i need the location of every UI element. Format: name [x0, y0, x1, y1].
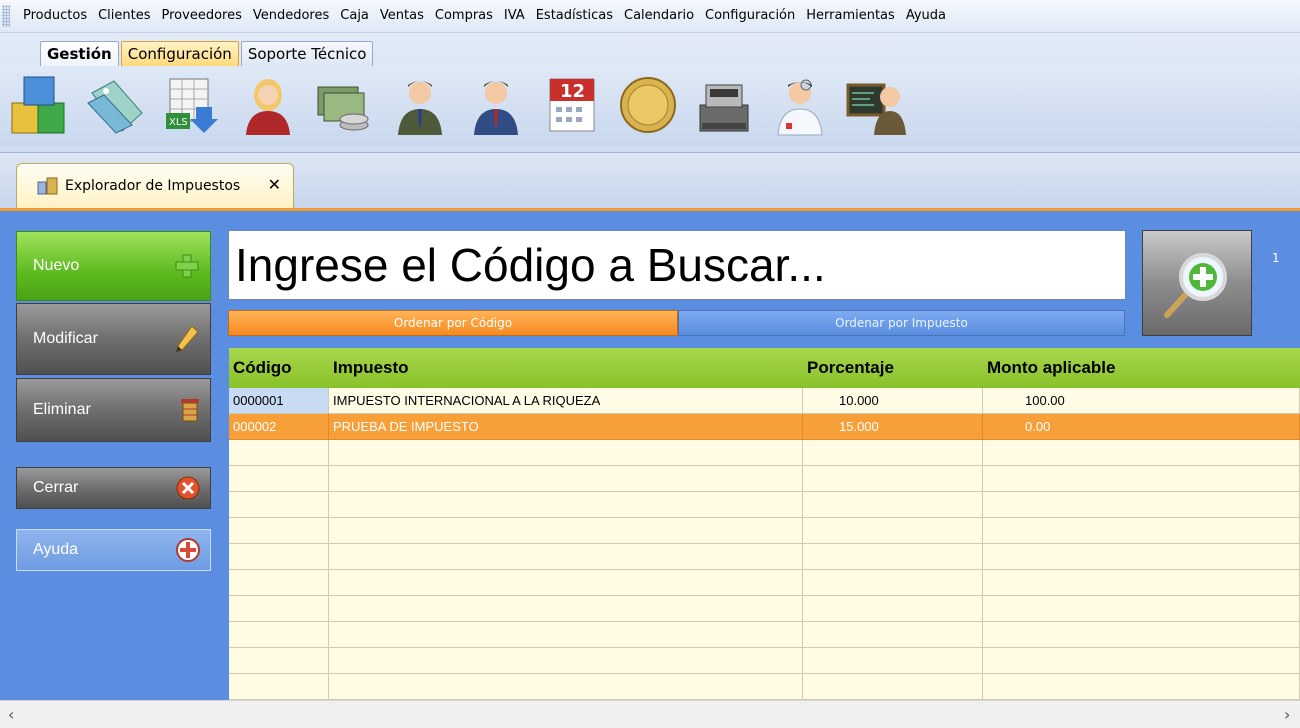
- calendar-icon[interactable]: 12: [540, 73, 604, 137]
- tax-explorer-icon: [37, 177, 58, 195]
- sort-by-code-button[interactable]: Ordenar por Código: [228, 310, 678, 336]
- menu-configuracion[interactable]: Configuración: [700, 0, 800, 32]
- teacher-blackboard-icon[interactable]: [844, 73, 908, 137]
- female-client-icon[interactable]: [236, 73, 300, 137]
- search-button[interactable]: [1142, 230, 1252, 336]
- nuevo-label: Nuevo: [33, 257, 80, 274]
- tab-gestion[interactable]: Gestión: [40, 41, 119, 66]
- menu-bar: Productos Clientes Proveedores Vendedore…: [0, 0, 1300, 33]
- menu-calendario[interactable]: Calendario: [619, 0, 699, 32]
- excel-export-icon[interactable]: XLS: [160, 73, 224, 137]
- products-cubes-icon[interactable]: [8, 73, 72, 137]
- page-indicator: 1: [1272, 251, 1280, 265]
- cell-monto: 0.00: [983, 414, 1300, 440]
- ayuda-button[interactable]: Ayuda: [16, 529, 211, 571]
- plus-icon: [175, 254, 199, 278]
- coin-icon[interactable]: [616, 73, 680, 137]
- scroll-right-icon[interactable]: ›: [1284, 705, 1290, 724]
- column-header-porcentaje[interactable]: Porcentaje: [803, 348, 983, 388]
- tax-grid: Código Impuesto Porcentaje Monto aplicab…: [229, 348, 1300, 700]
- eliminar-label: Eliminar: [33, 401, 91, 418]
- modificar-button[interactable]: Modificar: [16, 303, 211, 375]
- male-supplier-icon[interactable]: [464, 73, 528, 137]
- cell-codigo: 0000001: [229, 388, 329, 414]
- cash-register-icon[interactable]: [692, 73, 756, 137]
- empty-row: [229, 544, 1300, 570]
- tab-configuracion[interactable]: Configuración: [120, 41, 239, 66]
- trash-icon: [181, 399, 199, 422]
- menu-proveedores[interactable]: Proveedores: [157, 0, 247, 32]
- close-circle-icon: [176, 476, 200, 500]
- menu-caja[interactable]: Caja: [335, 0, 374, 32]
- menu-vendedores[interactable]: Vendedores: [248, 0, 334, 32]
- empty-row: [229, 518, 1300, 544]
- horizontal-scrollbar[interactable]: ‹ ›: [0, 700, 1300, 728]
- column-header-impuesto[interactable]: Impuesto: [329, 348, 803, 388]
- column-header-codigo[interactable]: Código: [229, 348, 329, 388]
- empty-row: [229, 440, 1300, 466]
- tab-soporte-tecnico[interactable]: Soporte Técnico: [240, 41, 374, 66]
- menu-grip[interactable]: [2, 5, 10, 27]
- tab-explorador-impuestos[interactable]: Explorador de Impuestos ✕: [16, 163, 294, 208]
- scroll-left-icon[interactable]: ‹: [8, 705, 14, 724]
- doctor-support-icon[interactable]: [768, 73, 832, 137]
- svg-text:XLS: XLS: [169, 117, 188, 128]
- money-stack-icon[interactable]: [312, 73, 376, 137]
- empty-row: [229, 492, 1300, 518]
- cell-monto: 100.00: [983, 388, 1300, 414]
- cell-codigo: 000002: [229, 414, 329, 440]
- sort-by-tax-button[interactable]: Ordenar por Impuesto: [678, 310, 1125, 336]
- tax-explorer-panel: Nuevo Modificar Eliminar Cerrar Ayuda In…: [0, 211, 1300, 700]
- empty-row: [229, 596, 1300, 622]
- menu-iva[interactable]: IVA: [499, 0, 530, 32]
- menu-estadisticas[interactable]: Estadísticas: [531, 0, 618, 32]
- cerrar-button[interactable]: Cerrar: [16, 467, 211, 509]
- menu-compras[interactable]: Compras: [430, 0, 498, 32]
- menu-clientes[interactable]: Clientes: [93, 0, 155, 32]
- nuevo-button[interactable]: Nuevo: [16, 231, 211, 301]
- menu-herramientas[interactable]: Herramientas: [801, 0, 900, 32]
- pencil-icon: [175, 325, 199, 353]
- empty-row: [229, 648, 1300, 674]
- grid-header: Código Impuesto Porcentaje Monto aplicab…: [229, 348, 1300, 388]
- tab-label: Explorador de Impuestos: [65, 178, 241, 194]
- cerrar-label: Cerrar: [33, 479, 79, 496]
- empty-row: [229, 622, 1300, 648]
- ribbon: Gestión Configuración Soporte Técnico XL…: [0, 33, 1300, 153]
- magnifier-plus-icon: [1164, 253, 1227, 318]
- cell-impuesto: IMPUESTO INTERNACIONAL A LA RIQUEZA: [329, 388, 803, 414]
- menu-ayuda[interactable]: Ayuda: [901, 0, 951, 32]
- close-icon[interactable]: ✕: [268, 175, 281, 194]
- eliminar-button[interactable]: Eliminar: [16, 378, 211, 442]
- search-input[interactable]: Ingrese el Código a Buscar...: [228, 230, 1126, 300]
- ribbon-icon-row: XLS 12: [8, 73, 920, 137]
- table-row[interactable]: 0000001 IMPUESTO INTERNACIONAL A LA RIQU…: [229, 388, 1300, 414]
- column-header-monto[interactable]: Monto aplicable: [983, 348, 1300, 388]
- calendar-day-label: 12: [560, 81, 585, 102]
- cell-impuesto: PRUEBA DE IMPUESTO: [329, 414, 803, 440]
- cell-porcentaje: 10.000: [803, 388, 983, 414]
- menu-productos[interactable]: Productos: [18, 0, 92, 32]
- price-tags-icon[interactable]: [84, 73, 148, 137]
- document-tab-strip: Explorador de Impuestos ✕: [0, 153, 1300, 211]
- table-row-selected[interactable]: 000002 PRUEBA DE IMPUESTO 15.000 0.00: [229, 414, 1300, 440]
- empty-row: [229, 674, 1300, 700]
- menu-ventas[interactable]: Ventas: [375, 0, 429, 32]
- ribbon-tabs: Gestión Configuración Soporte Técnico: [40, 41, 375, 66]
- modificar-label: Modificar: [33, 330, 98, 347]
- cell-porcentaje: 15.000: [803, 414, 983, 440]
- ayuda-label: Ayuda: [33, 541, 79, 558]
- male-vendor-icon[interactable]: [388, 73, 452, 137]
- empty-row: [229, 466, 1300, 492]
- empty-row: [229, 570, 1300, 596]
- help-lifebuoy-icon: [176, 538, 200, 562]
